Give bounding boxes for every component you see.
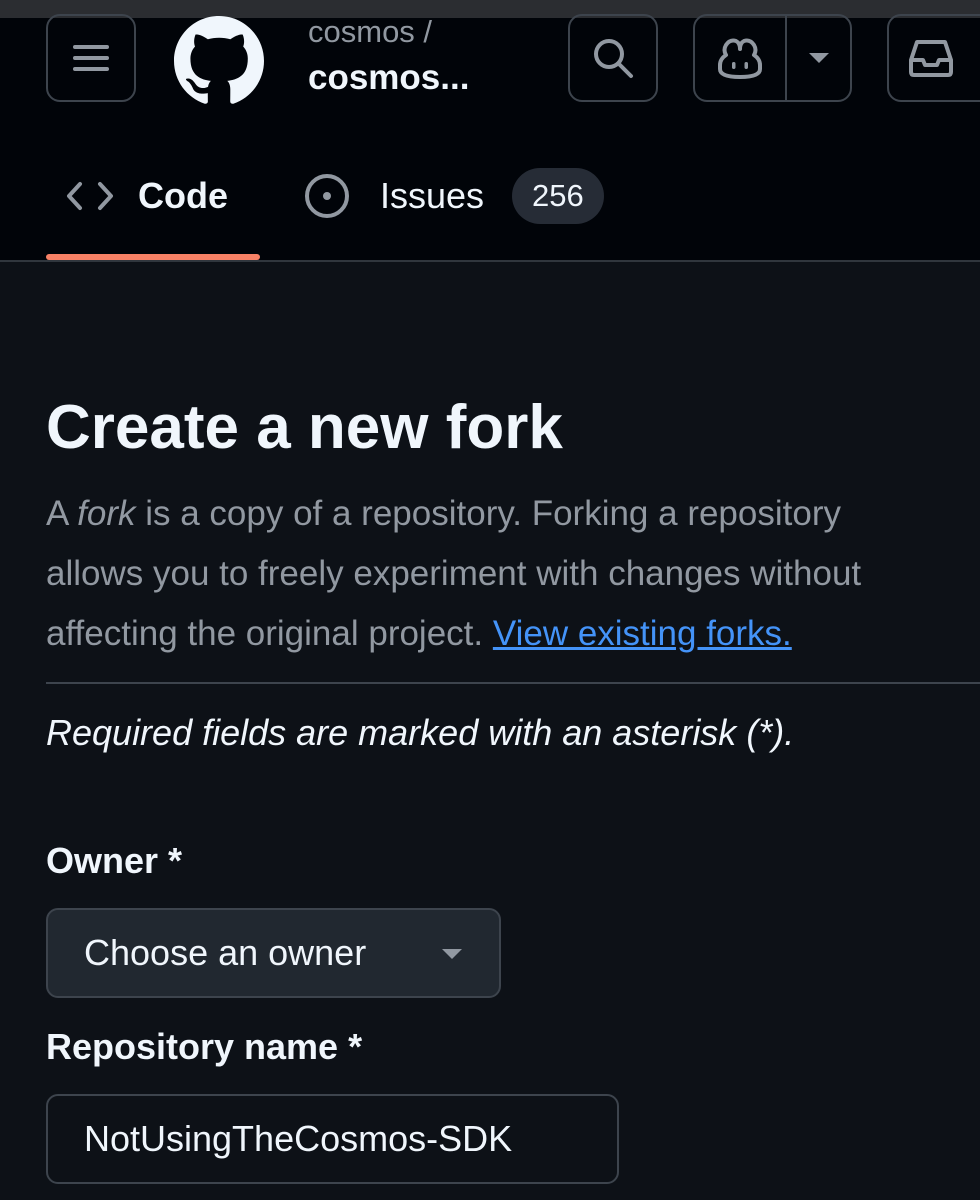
issues-counter-badge: 256	[512, 168, 604, 224]
description-line-3: affecting the original project. View exi…	[46, 614, 792, 653]
inbox-button[interactable]	[887, 14, 980, 102]
owner-select-value: Choose an owner	[84, 932, 367, 973]
owner-select[interactable]: Choose an owner	[46, 908, 501, 998]
fork-page: cosmos / cosmos... Code Issues 256 Creat…	[0, 0, 980, 1200]
fork-description: A fork is a copy of a repository. Forkin…	[46, 484, 980, 664]
owner-label: Owner *	[46, 840, 183, 881]
fork-emphasis: fork	[77, 494, 136, 533]
section-divider	[46, 682, 980, 684]
inbox-icon	[909, 40, 953, 77]
issue-opened-icon	[305, 174, 349, 218]
description-line-2: allows you to freely experiment with cha…	[46, 554, 862, 593]
menu-button[interactable]	[46, 14, 136, 102]
caret-down-icon	[442, 949, 462, 959]
code-icon	[67, 182, 113, 210]
copilot-dropdown-button[interactable]	[787, 16, 850, 100]
search-button[interactable]	[568, 14, 658, 102]
tab-issues-label: Issues	[380, 175, 485, 216]
repository-name-input[interactable]	[46, 1094, 619, 1184]
hamburger-menu-icon	[73, 45, 109, 71]
tab-issues[interactable]: Issues 256	[304, 166, 604, 226]
description-line-1: A fork is a copy of a repository. Forkin…	[46, 494, 841, 533]
repo-owner-link[interactable]: cosmos /	[308, 14, 432, 50]
tab-code[interactable]: Code	[66, 166, 228, 226]
copilot-icon	[718, 38, 762, 79]
selected-tab-underline	[46, 254, 260, 260]
page-title: Create a new fork	[46, 393, 563, 462]
required-fields-note: Required fields are marked with an aster…	[46, 712, 795, 753]
tab-code-label: Code	[138, 175, 228, 216]
copilot-button-group	[693, 14, 852, 102]
github-mark-icon[interactable]	[174, 16, 264, 106]
view-existing-forks-link[interactable]: View existing forks.	[493, 614, 792, 653]
repository-name-label: Repository name *	[46, 1026, 363, 1067]
repo-name-link[interactable]: cosmos...	[308, 58, 469, 98]
search-icon	[594, 39, 633, 78]
copilot-button[interactable]	[695, 16, 787, 100]
caret-down-icon	[808, 53, 829, 63]
app-header: cosmos / cosmos... Code Issues 256	[0, 0, 980, 262]
